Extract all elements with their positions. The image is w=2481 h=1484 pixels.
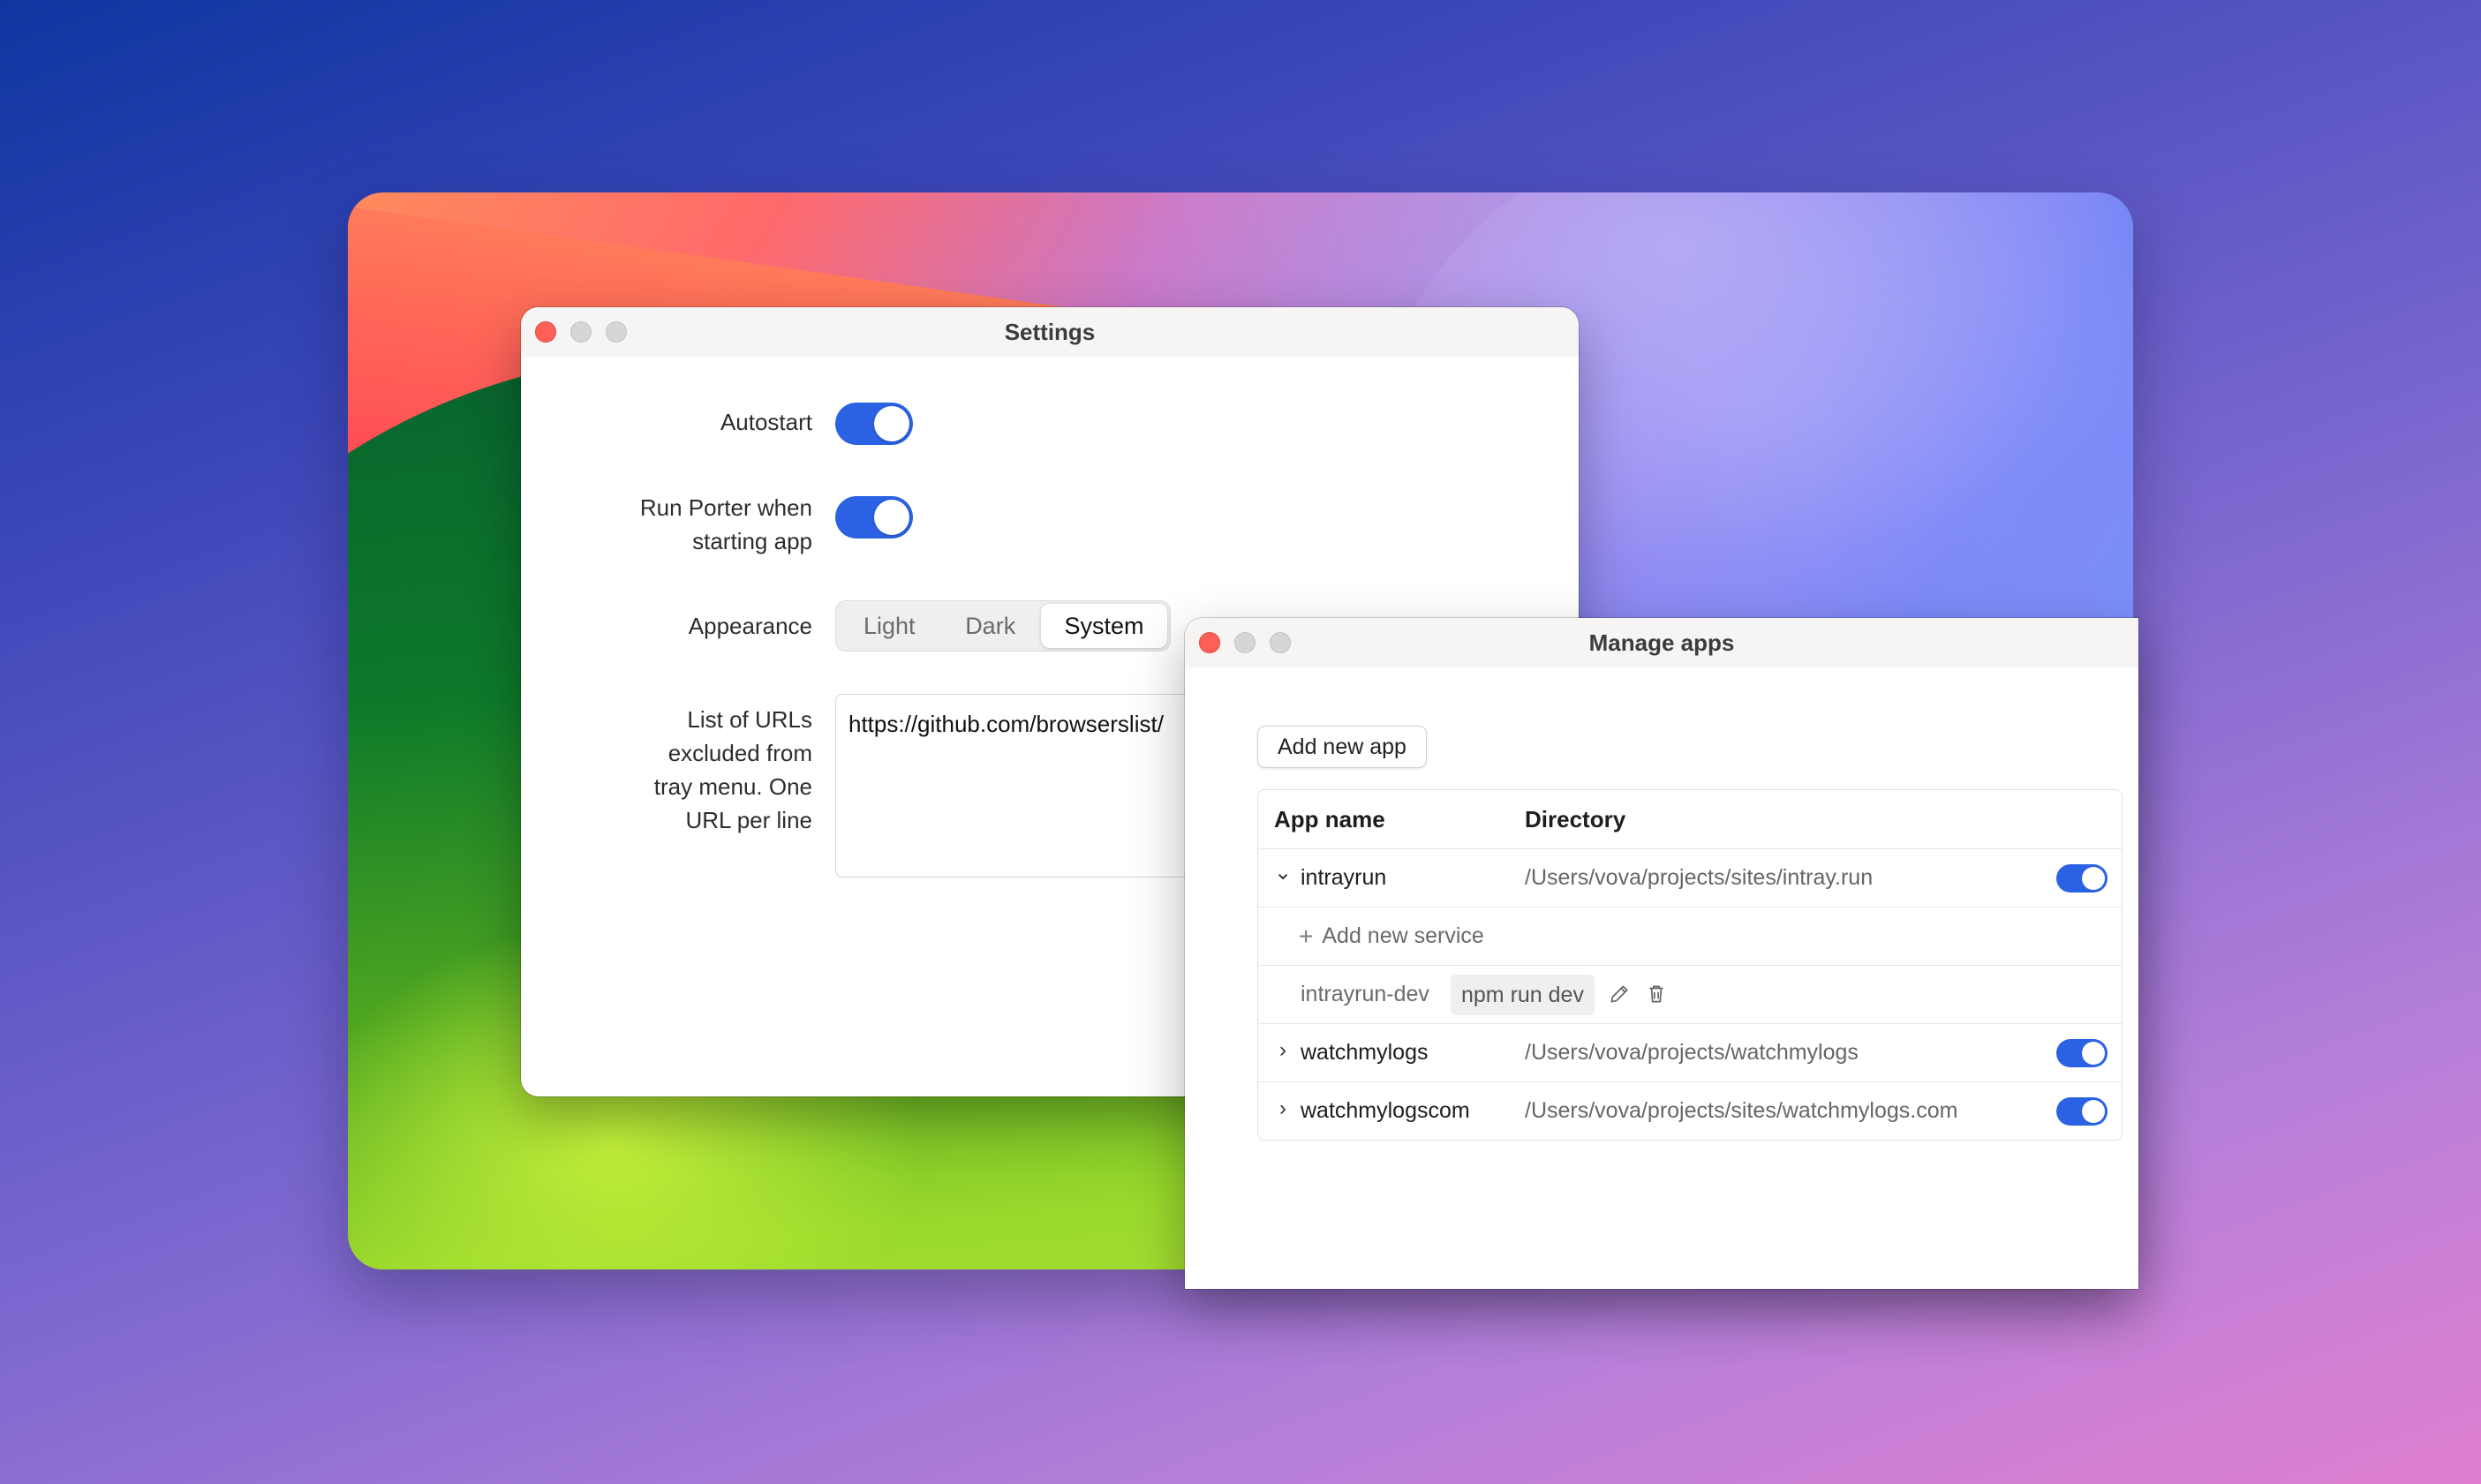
app-directory: /Users/vova/projects/watchmylogs [1525,1040,1859,1065]
add-new-service-label: Add new service [1322,923,1484,948]
appearance-option-system[interactable]: System [1040,604,1168,648]
app-directory: /Users/vova/projects/sites/watchmylogs.c… [1525,1098,1958,1123]
window-controls [535,321,627,343]
autostart-toggle[interactable] [835,403,913,445]
manage-apps-window: Manage apps Add new app App name Directo… [1185,618,2138,1289]
settings-title: Settings [1004,318,1096,345]
run-porter-toggle[interactable] [835,496,913,539]
app-directory: /Users/vova/projects/sites/intray.run [1525,865,1874,890]
urls-label-line2: excluded from [667,740,812,766]
manage-apps-titlebar: Manage apps [1185,618,2138,667]
table-row[interactable]: › watchmylogs /Users/vova/projects/watch… [1258,1023,2122,1081]
app-enabled-toggle[interactable] [2056,1096,2108,1126]
table-header-row: App name Directory [1258,790,2122,848]
app-name: watchmylogs [1301,1040,1429,1065]
urls-label-line3: tray menu. One [653,773,812,800]
column-app-name: App name [1274,805,1385,832]
app-name: watchmylogscom [1301,1098,1470,1123]
app-name: intrayrun [1301,865,1387,890]
trash-icon[interactable] [1645,983,1668,1006]
run-porter-label-line1: Run Porter when [639,494,812,521]
service-row: intrayrun-dev npm run dev [1258,965,2122,1023]
plus-icon: + [1299,922,1314,950]
chevron-right-icon[interactable]: › [1274,1096,1292,1121]
minimize-window-button[interactable] [570,321,592,343]
run-porter-label-line2: starting app [692,528,812,554]
close-window-button[interactable] [535,321,556,343]
minimize-window-button[interactable] [1234,632,1256,653]
zoom-window-button[interactable] [1270,632,1291,653]
appearance-option-light[interactable]: Light [839,604,939,648]
column-directory: Directory [1525,805,1626,832]
edit-pencil-icon[interactable] [1608,983,1631,1006]
apps-table: App name Directory ⌄ intrayrun /Users/vo… [1257,789,2123,1141]
zoom-window-button[interactable] [606,321,627,343]
add-service-row[interactable]: + Add new service [1258,907,2122,965]
chevron-down-icon[interactable]: ⌄ [1274,860,1292,885]
settings-titlebar: Settings [521,307,1579,357]
add-new-app-button[interactable]: Add new app [1257,726,1427,768]
appearance-segmented-control: Light Dark System [835,600,1171,652]
manage-apps-title: Manage apps [1588,629,1735,656]
close-window-button[interactable] [1199,632,1220,653]
run-porter-label: Run Porter when starting app [521,491,812,558]
chevron-right-icon[interactable]: › [1274,1038,1292,1063]
autostart-label: Autostart [720,409,812,435]
appearance-option-dark[interactable]: Dark [939,604,1040,648]
appearance-label: Appearance [688,613,812,639]
urls-label-line1: List of URLs [687,706,812,733]
table-row[interactable]: ⌄ intrayrun /Users/vova/projects/sites/i… [1258,848,2122,907]
add-new-service-button[interactable]: + Add new service [1299,923,1484,951]
app-enabled-toggle[interactable] [2056,863,2108,893]
window-controls [1199,632,1291,653]
urls-label: List of URLs excluded from tray menu. On… [521,703,812,837]
urls-label-line4: URL per line [685,807,812,833]
table-row[interactable]: › watchmylogscom /Users/vova/projects/si… [1258,1081,2122,1140]
app-enabled-toggle[interactable] [2056,1038,2108,1067]
service-command: npm run dev [1451,974,1595,1015]
service-name: intrayrun-dev [1301,982,1429,1006]
